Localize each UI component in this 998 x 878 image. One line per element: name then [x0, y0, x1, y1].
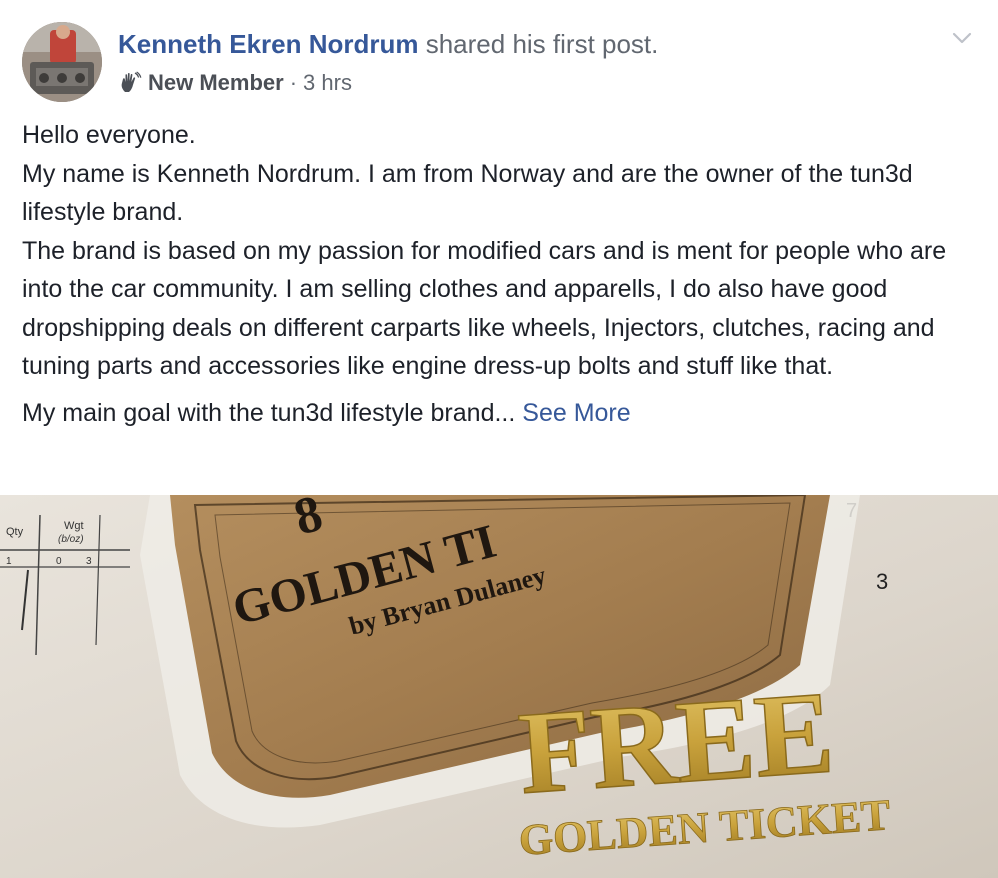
- paper-value-wgt: 0: [56, 556, 62, 567]
- post-photo[interactable]: Qty Wgt (b/oz) 1 0 3 7 3 8 GOLDEN TI by …: [0, 495, 998, 878]
- post-text-truncated: My main goal with the tun3d lifestyle br…: [22, 398, 516, 427]
- post-paragraph-truncated: My main goal with the tun3d lifestyle br…: [22, 394, 982, 433]
- author-line: Kenneth Ekren Nordrum shared his first p…: [118, 28, 658, 60]
- post-meta: New Member · 3 hrs: [118, 68, 352, 98]
- golden-ticket-photo: Qty Wgt (b/oz) 1 0 3 7 3 8 GOLDEN TI by …: [0, 495, 998, 878]
- feed-post: Kenneth Ekren Nordrum shared his first p…: [0, 0, 998, 878]
- author-avatar[interactable]: [22, 22, 102, 102]
- avatar-photo: [22, 22, 102, 102]
- post-action-text: shared his first post.: [418, 29, 659, 59]
- paper-value-qty: 1: [6, 556, 12, 567]
- post-body: Hello everyone. My name is Kenneth Nordr…: [22, 116, 982, 440]
- paper-column-wgt: Wgt: [64, 520, 84, 532]
- member-badge-label[interactable]: New Member: [148, 68, 284, 98]
- paper-handwritten-mark-2: 3: [876, 569, 888, 594]
- post-header: Kenneth Ekren Nordrum shared his first p…: [22, 22, 978, 102]
- author-name-link[interactable]: Kenneth Ekren Nordrum: [118, 29, 419, 59]
- meta-separator: ·: [289, 70, 298, 95]
- post-options-chevron-icon[interactable]: [950, 26, 974, 50]
- paper-column-qty: Qty: [6, 526, 24, 538]
- paper-column-unit: (b/oz): [58, 534, 84, 545]
- see-more-link[interactable]: See More: [522, 399, 630, 427]
- post-paragraph: Hello everyone. My name is Kenneth Nordr…: [22, 121, 947, 380]
- waving-hand-icon: [118, 71, 142, 95]
- post-timestamp[interactable]: 3 hrs: [303, 68, 352, 98]
- paper-value-wgt-2: 3: [86, 556, 92, 567]
- free-text: FREE: [515, 666, 838, 819]
